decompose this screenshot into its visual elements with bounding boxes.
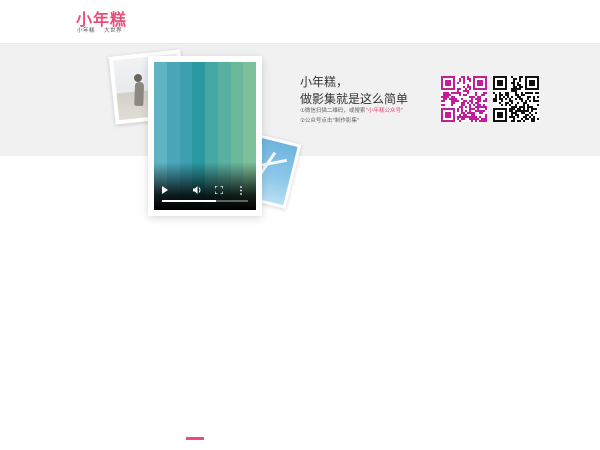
qr-code-black: [493, 76, 539, 122]
step1-text: ①微信扫描二维码，或搜索: [300, 108, 366, 114]
qr-code-pink: [441, 76, 487, 122]
video-preview-card: [148, 56, 262, 216]
video-progress-bar[interactable]: [162, 200, 248, 202]
play-icon[interactable]: [160, 186, 170, 196]
step1-highlight: "小年糕公众号": [365, 108, 404, 114]
promo-headline: 小年糕， 做影集就是这么简单: [300, 74, 408, 108]
fullscreen-icon[interactable]: [214, 185, 224, 196]
video-progress-fill: [162, 200, 217, 202]
video-controls: [154, 180, 256, 210]
windmill-blade: [258, 158, 288, 168]
top-bar: 小年糕 小年糕 大世界: [0, 0, 600, 44]
more-options-icon[interactable]: [236, 186, 246, 196]
video-player[interactable]: [154, 62, 256, 210]
section-accent-bar: [186, 437, 204, 440]
headline-line1: 小年糕，: [300, 75, 349, 89]
instruction-step-2: ②公众号点击"制作影集": [300, 118, 360, 124]
volume-icon[interactable]: [192, 186, 202, 196]
instruction-step-1: ①微信扫描二维码，或搜索"小年糕公众号": [300, 106, 404, 114]
brand-slogan: 小年糕 大世界: [77, 28, 122, 34]
photo-person-body: [134, 81, 145, 107]
